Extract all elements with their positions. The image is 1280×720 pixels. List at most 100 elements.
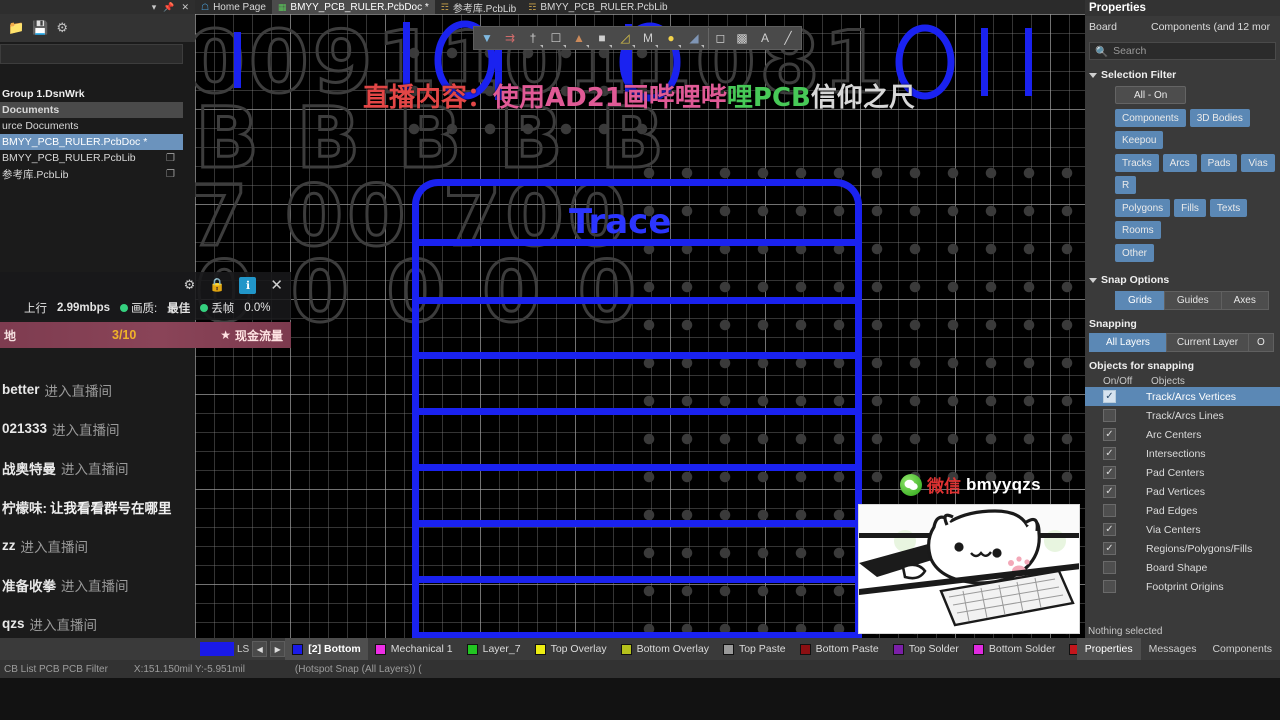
checkbox[interactable]: ✓ — [1103, 466, 1116, 479]
projects-search-input[interactable] — [0, 44, 183, 64]
snap-row-pad-vertices[interactable]: ✓ Pad Vertices — [1085, 482, 1280, 501]
checkbox[interactable] — [1103, 409, 1116, 422]
snap-row-board-shape[interactable]: Board Shape — [1085, 558, 1280, 577]
tab-bmyy-pcblib[interactable]: ☶ BMYY_PCB_RULER.PcbLib — [522, 0, 673, 14]
filter-chip-arcs[interactable]: Arcs — [1162, 154, 1197, 172]
filter-chip-polygons[interactable]: Polygons — [1115, 199, 1171, 217]
snap-mode-axes[interactable]: Axes — [1220, 291, 1269, 310]
document-tab-bar[interactable]: ☖ Home Page ▦ BMYY_PCB_RULER.PcbDoc * ☶ … — [195, 0, 1085, 15]
checkbox[interactable] — [1103, 504, 1116, 517]
layer-next-button[interactable]: ▶ — [270, 641, 286, 657]
all-on-button[interactable]: All - On — [1115, 86, 1187, 104]
pin-icon[interactable]: 📌 — [163, 2, 174, 13]
tree-item-workspace[interactable]: Group 1.DsnWrk — [0, 86, 195, 102]
projects-panel-toolbar[interactable]: 📁 💾 ⚙ — [0, 14, 195, 42]
fill-icon[interactable]: ■ — [591, 28, 613, 49]
layer-prev-button[interactable]: ◀ — [252, 641, 268, 657]
solid-region-icon[interactable]: ◢ — [683, 28, 705, 49]
gear-icon[interactable]: ⚙ — [184, 277, 196, 293]
filter-chip-pads[interactable]: Pads — [1200, 154, 1238, 172]
checkbox[interactable]: ✓ — [1103, 447, 1116, 460]
checkbox[interactable]: ✓ — [1103, 428, 1116, 441]
collapse-triangle-icon[interactable] — [1089, 277, 1097, 283]
filter-icon[interactable]: ▼ — [476, 28, 498, 49]
pcb-ruler-outline[interactable]: Trace — [412, 179, 862, 638]
snap-row-pad-centers[interactable]: ✓ Pad Centers — [1085, 463, 1280, 482]
filter-chip-vias[interactable]: Vias — [1241, 154, 1275, 172]
checkbox[interactable]: ✓ — [1103, 485, 1116, 498]
pcb-canvas[interactable]: 00911011081 B B B B B 7 00 700 0 0 0 0 0… — [195, 14, 1085, 638]
line-icon[interactable]: ╱ — [777, 28, 799, 49]
lock-icon[interactable]: 🔒 — [209, 277, 225, 293]
snap-row-track-arcs-vertices[interactable]: ✓ Track/Arcs Vertices — [1085, 387, 1280, 406]
snap-mode-group[interactable]: Grids Guides Axes — [1085, 291, 1280, 310]
tab-components[interactable]: Components — [1204, 638, 1280, 660]
close-icon[interactable]: ✕ — [270, 276, 283, 294]
tree-item-pcbdoc[interactable]: BMYY_PCB_RULER.PcbDoc * — [0, 134, 183, 150]
snap-objects-list[interactable]: ✓ Track/Arcs Vertices Track/Arcs Lines ✓… — [1085, 387, 1280, 596]
measure-icon[interactable]: M — [637, 28, 659, 49]
info-icon[interactable]: ℹ — [239, 276, 257, 294]
filter-chip-tracks[interactable]: Tracks — [1115, 154, 1159, 172]
layer-tab-layer-7[interactable]: Layer_7 — [460, 638, 528, 660]
polygon-icon[interactable]: ◿ — [614, 28, 636, 49]
snap-mode-grids[interactable]: Grids — [1115, 291, 1165, 310]
checkbox[interactable]: ✓ — [1103, 390, 1116, 403]
filter-chip-other[interactable]: Other — [1115, 244, 1155, 262]
tree-item-reference-lib[interactable]: 参考库.PcbLib ❐ — [0, 166, 195, 182]
collapse-triangle-icon[interactable] — [1089, 72, 1097, 78]
layer-tab-bottom-paste[interactable]: Bottom Paste — [793, 638, 886, 660]
snap-row-intersections[interactable]: ✓ Intersections — [1085, 444, 1280, 463]
filter-chip-fills[interactable]: Fills — [1174, 199, 1206, 217]
snap-layer-off[interactable]: O — [1248, 333, 1274, 352]
tree-item-documents[interactable]: Documents — [0, 102, 183, 118]
checkbox[interactable] — [1103, 561, 1116, 574]
layer-set-controls[interactable]: LS ◀ ▶ — [0, 641, 286, 657]
filter-chip-regions[interactable]: R — [1115, 176, 1137, 194]
filter-chip-keepouts[interactable]: Keepou — [1115, 131, 1164, 149]
tree-item-source-documents[interactable]: urce Documents — [0, 118, 195, 134]
layer-tab-mechanical-1[interactable]: Mechanical 1 — [368, 638, 460, 660]
save-all-icon[interactable]: 💾 — [32, 20, 48, 36]
board-region-icon[interactable]: ☐ — [545, 28, 567, 49]
chart-icon[interactable]: ▩ — [731, 28, 753, 49]
tab-pcbdoc[interactable]: ▦ BMYY_PCB_RULER.PcbDoc * — [271, 0, 435, 14]
snap-row-via-centers[interactable]: ✓ Via Centers — [1085, 520, 1280, 539]
via-icon[interactable]: ● — [660, 28, 682, 49]
text-icon[interactable]: A — [754, 28, 776, 49]
snap-row-track-arcs-lines[interactable]: Track/Arcs Lines — [1085, 406, 1280, 425]
properties-search-input[interactable]: 🔍 Search — [1089, 42, 1276, 60]
properties-object-row[interactable]: Board Components (and 12 mor — [1085, 16, 1280, 38]
rect-icon[interactable]: ◻ — [708, 27, 730, 49]
tab-reference-pcblib[interactable]: ☶ 参考库.PcbLib — [435, 0, 522, 15]
layer-tab-bottom[interactable]: [2] Bottom — [285, 638, 368, 660]
tab-home-page[interactable]: ☖ Home Page — [195, 0, 272, 14]
layer-tab-bottom-solder[interactable]: Bottom Solder — [966, 638, 1063, 660]
status-panels-label[interactable]: CB List PCB PCB Filter — [0, 664, 108, 675]
snap-mode-guides[interactable]: Guides — [1163, 291, 1222, 310]
close-icon[interactable]: ✕ — [181, 2, 189, 13]
tab-properties[interactable]: Properties — [1076, 638, 1141, 660]
filter-chip-3d-bodies[interactable]: 3D Bodies — [1189, 109, 1250, 127]
stream-control-bar[interactable]: ⚙ 🔒 ℹ ✕ 上行 2.99mbps 画质: 最佳 丢帧 0.0% — [0, 272, 291, 320]
snap-row-footprint-origins[interactable]: Footprint Origins — [1085, 577, 1280, 596]
selection-filter-header[interactable]: Selection Filter — [1085, 69, 1280, 81]
layer-tab-top-overlay[interactable]: Top Overlay — [528, 638, 614, 660]
gift-currency-label[interactable]: ★ 现金流量 — [220, 327, 283, 344]
filter-chip-texts[interactable]: Texts — [1209, 199, 1248, 217]
projects-panel-titlebar[interactable]: ▾ 📌 ✕ — [0, 0, 195, 14]
checkbox[interactable]: ✓ — [1103, 542, 1116, 555]
tree-item-pcblib[interactable]: BMYY_PCB_RULER.PcbLib ❐ — [0, 150, 195, 166]
gift-banner[interactable]: 地 3/10 ★ 现金流量 — [0, 322, 291, 348]
snap-options-header[interactable]: Snap Options — [1085, 274, 1280, 286]
layer-tab-bottom-overlay[interactable]: Bottom Overlay — [614, 638, 716, 660]
component-icon[interactable]: ▲ — [568, 28, 590, 49]
snap-layer-current[interactable]: Current Layer — [1165, 333, 1250, 352]
layer-tab-top-solder[interactable]: Top Solder — [886, 638, 966, 660]
open-folder-icon[interactable]: 📁 — [8, 20, 24, 36]
tab-messages[interactable]: Messages — [1141, 638, 1205, 660]
panel-tab-bar[interactable]: Properties Messages Components — [1076, 638, 1280, 660]
checkbox[interactable]: ✓ — [1103, 523, 1116, 536]
crosshair-icon[interactable]: † — [522, 28, 544, 49]
net-color-icon[interactable]: ⇉ — [499, 28, 521, 49]
